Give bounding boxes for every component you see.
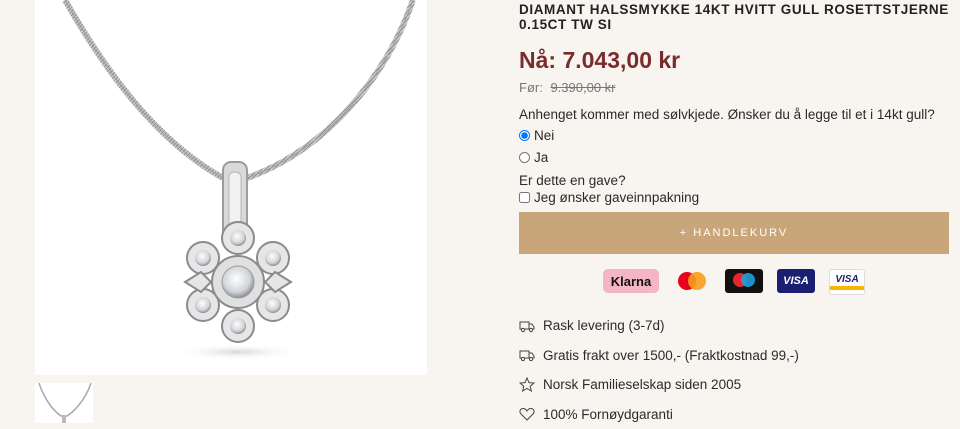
gift-wrap-option[interactable]: Jeg ønsker gaveinnpakning: [519, 189, 949, 206]
payment-methods: Klarna VISA VISA: [519, 269, 949, 293]
previous-price: Før: 9.390,00 kr: [519, 80, 949, 96]
chain-option-yes-radio[interactable]: [519, 152, 530, 163]
usp-satisfaction-text: 100% Fornøydgaranti: [543, 407, 673, 422]
gift-wrap-checkbox[interactable]: [519, 192, 530, 203]
gift-wrap-label: Jeg ønsker gaveinnpakning: [534, 190, 699, 205]
gift-question: Er dette en gave?: [519, 173, 949, 189]
product-image[interactable]: [35, 0, 427, 375]
pendant-image: [35, 0, 427, 375]
usp-fast-delivery: Rask levering (3-7d): [519, 311, 949, 341]
previous-price-amount: 9.390,00 kr: [550, 80, 615, 95]
chain-option-no[interactable]: Nei: [519, 124, 949, 146]
truck-icon: [519, 319, 535, 333]
star-icon: [519, 377, 535, 392]
previous-price-label: Før:: [519, 80, 543, 95]
visa-electron-stripe: [830, 286, 864, 290]
chain-option-no-radio[interactable]: [519, 130, 530, 141]
chain-option-no-label: Nei: [534, 128, 554, 143]
usp-satisfaction: 100% Fornøydgaranti: [519, 400, 949, 429]
usp-free-shipping: Gratis frakt over 1500,- (Fraktkostnad 9…: [519, 341, 949, 371]
visa-electron-text: VISA: [835, 274, 858, 286]
product-title: DIAMANT HALSSMYKKE 14KT HVITT GULL ROSET…: [519, 0, 949, 32]
usp-family-company-text: Norsk Familieselskap siden 2005: [543, 377, 741, 392]
current-price: Nå: 7.043,00 kr: [519, 46, 949, 74]
chain-option-yes[interactable]: Ja: [519, 146, 949, 168]
visa-electron-icon: VISA: [829, 269, 865, 295]
pendant-thumbnail-image: [35, 383, 93, 423]
truck-icon: [519, 348, 535, 362]
mastercard-icon: [673, 269, 711, 293]
product-thumbnail[interactable]: [35, 383, 93, 423]
chain-option-yes-label: Ja: [534, 150, 548, 165]
maestro-icon: [725, 269, 763, 293]
product-info: DIAMANT HALSSMYKKE 14KT HVITT GULL ROSET…: [519, 0, 949, 429]
usp-family-company: Norsk Familieselskap siden 2005: [519, 370, 949, 400]
heart-icon: [519, 407, 535, 421]
visa-icon: VISA: [777, 269, 815, 293]
usp-free-shipping-text: Gratis frakt over 1500,- (Fraktkostnad 9…: [543, 348, 799, 363]
add-to-cart-button[interactable]: + HANDLEKURV: [519, 212, 949, 254]
klarna-icon: Klarna: [603, 269, 659, 293]
chain-option-question: Anhenget kommer med sølvkjede. Ønsker du…: [519, 106, 949, 124]
usp-fast-delivery-text: Rask levering (3-7d): [543, 318, 665, 333]
usp-list: Rask levering (3-7d) Gratis frakt over 1…: [519, 311, 949, 429]
